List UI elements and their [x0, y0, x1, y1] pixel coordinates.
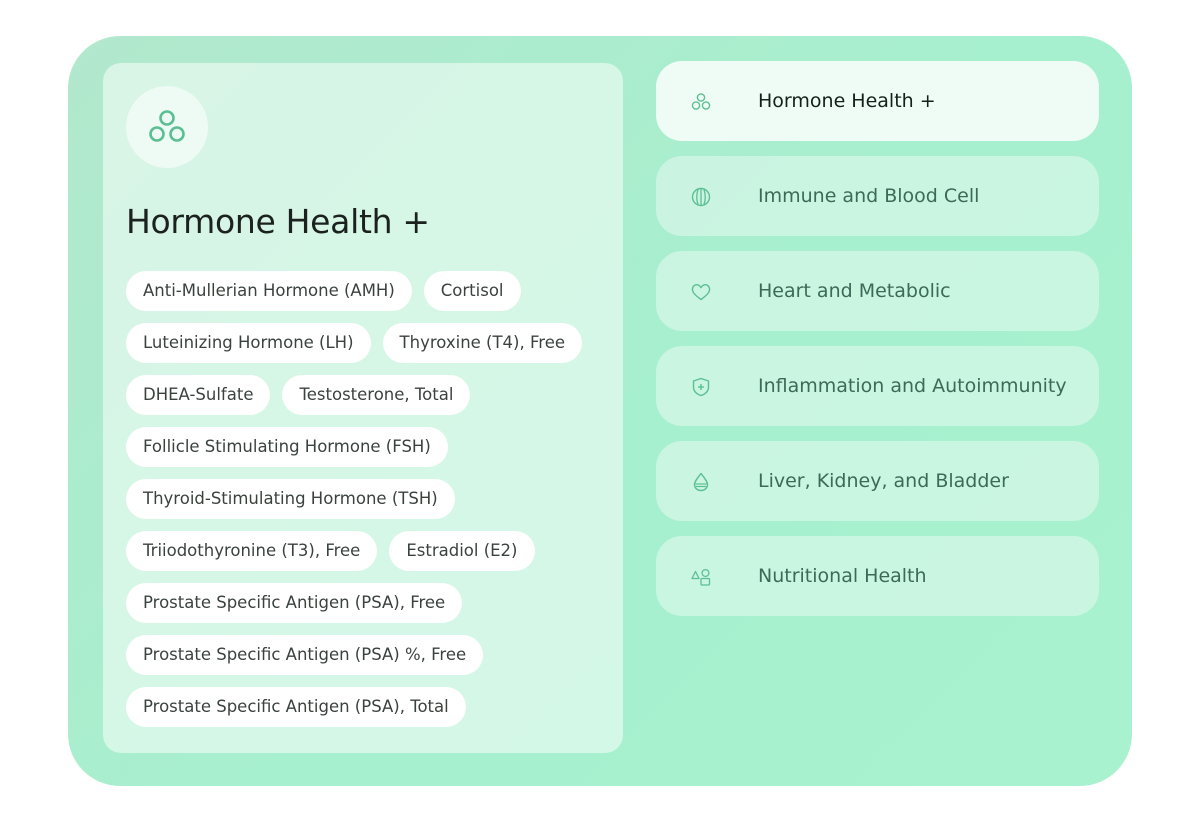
category-item-immune-blood-cell[interactable]: Immune and Blood Cell: [656, 156, 1099, 236]
droplet-icon: [693, 472, 709, 492]
three-circles-icon: [149, 110, 185, 142]
biomarker-chip: Prostate Specific Antigen (PSA) %, Free: [126, 635, 484, 675]
chip-row: Prostate Specific Antigen (PSA), Free: [126, 583, 606, 623]
biomarker-chip: Anti-Mullerian Hormone (AMH): [126, 271, 412, 311]
biomarker-chip: Luteinizing Hormone (LH): [126, 323, 371, 363]
category-label: Immune and Blood Cell: [758, 185, 980, 207]
biomarker-chip: Follicle Stimulating Hormone (FSH): [126, 427, 448, 467]
category-list: Hormone Health + Immune and Blood Cell H…: [656, 61, 1099, 631]
biomarker-chip: Prostate Specific Antigen (PSA), Total: [126, 687, 466, 727]
biomarker-chip: DHEA-Sulfate: [126, 375, 271, 415]
category-label: Inflammation and Autoimmunity: [758, 375, 1067, 397]
blood-cell-icon: [691, 187, 711, 207]
shield-plus-icon: [692, 377, 710, 397]
category-label: Hormone Health +: [758, 90, 936, 112]
biomarker-chip: Cortisol: [423, 271, 521, 311]
category-item-inflammation-autoimmunity[interactable]: Inflammation and Autoimmunity: [656, 346, 1099, 426]
chip-row: Luteinizing Hormone (LH) Thyroxine (T4),…: [126, 323, 606, 363]
category-item-nutritional-health[interactable]: Nutritional Health: [656, 536, 1099, 616]
category-label: Liver, Kidney, and Bladder: [758, 470, 1009, 492]
detail-icon-badge: [126, 86, 208, 168]
chip-row: Triiodothyronine (T3), Free Estradiol (E…: [126, 531, 606, 571]
chip-row: Thyroid-Stimulating Hormone (TSH): [126, 479, 606, 519]
category-item-heart-metabolic[interactable]: Heart and Metabolic: [656, 251, 1099, 331]
category-item-hormone-health[interactable]: Hormone Health +: [656, 61, 1099, 141]
chip-row: Anti-Mullerian Hormone (AMH) Cortisol: [126, 271, 606, 311]
heart-icon: [691, 284, 711, 301]
detail-title: Hormone Health +: [126, 202, 430, 241]
biomarker-chip: Thyroid-Stimulating Hormone (TSH): [126, 479, 455, 519]
biomarker-chip-list: Anti-Mullerian Hormone (AMH) Cortisol Lu…: [126, 271, 606, 739]
biomarker-chip: Thyroxine (T4), Free: [382, 323, 582, 363]
category-label: Nutritional Health: [758, 565, 927, 587]
chip-row: DHEA-Sulfate Testosterone, Total: [126, 375, 606, 415]
biomarker-chip: Triiodothyronine (T3), Free: [126, 531, 378, 571]
chip-row: Prostate Specific Antigen (PSA) %, Free: [126, 635, 606, 675]
chip-row: Follicle Stimulating Hormone (FSH): [126, 427, 606, 467]
category-item-liver-kidney-bladder[interactable]: Liver, Kidney, and Bladder: [656, 441, 1099, 521]
shapes-icon: [691, 568, 711, 586]
biomarker-chip: Prostate Specific Antigen (PSA), Free: [126, 583, 463, 623]
three-circles-icon: [691, 93, 711, 110]
category-label: Heart and Metabolic: [758, 280, 951, 302]
biomarker-chip: Testosterone, Total: [282, 375, 471, 415]
chip-row: Prostate Specific Antigen (PSA), Total: [126, 687, 606, 727]
biomarker-chip: Estradiol (E2): [389, 531, 535, 571]
